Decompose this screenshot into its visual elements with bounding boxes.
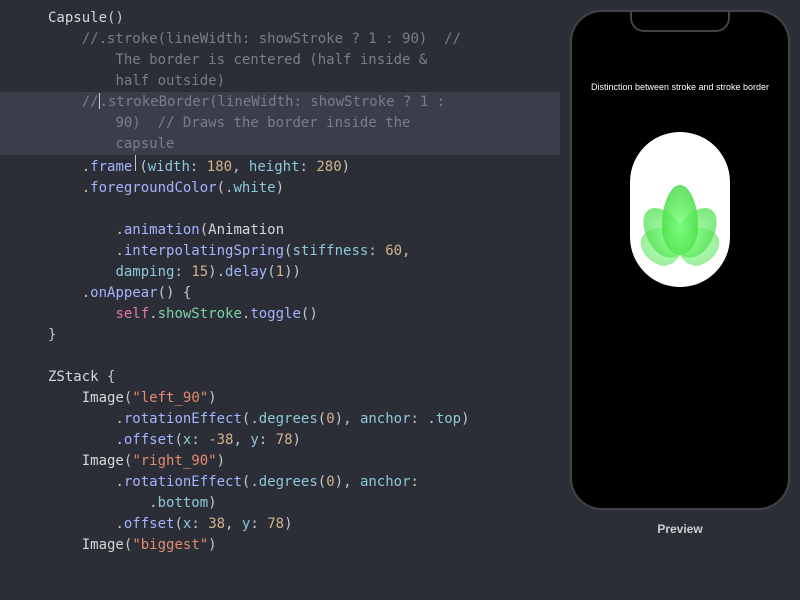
capsule-shape bbox=[630, 132, 730, 287]
preview-pane: Distinction between stroke and stroke bo… bbox=[560, 0, 800, 600]
code-line[interactable]: } bbox=[0, 325, 560, 346]
code-line[interactable]: .bottom) bbox=[0, 493, 560, 514]
code-line[interactable]: .offset(x: 38, y: 78) bbox=[0, 514, 560, 535]
code-line[interactable]: .rotationEffect(.degrees(0), anchor: bbox=[0, 472, 560, 493]
code-line[interactable]: capsule bbox=[0, 134, 560, 155]
code-line[interactable]: half outside) bbox=[0, 71, 560, 92]
phone-notch bbox=[630, 10, 730, 32]
code-line[interactable]: Image("left_90") bbox=[0, 388, 560, 409]
code-editor[interactable]: Capsule() //.stroke(lineWidth: showStrok… bbox=[0, 0, 560, 600]
code-line-active[interactable]: //.strokeBorder(lineWidth: showStroke ? … bbox=[0, 92, 560, 113]
code-line[interactable]: .interpolatingSpring(stiffness: 60, bbox=[0, 241, 560, 262]
leaf-icon bbox=[640, 165, 720, 255]
code-line[interactable]: .foregroundColor(.white) bbox=[0, 178, 560, 199]
code-line[interactable]: self.showStroke.toggle() bbox=[0, 304, 560, 325]
code-line[interactable]: Capsule() bbox=[0, 8, 560, 29]
code-line[interactable]: The border is centered (half inside & bbox=[0, 50, 560, 71]
code-line[interactable]: 90) // Draws the border inside the bbox=[0, 113, 560, 134]
code-line[interactable]: damping: 15).delay(1)) bbox=[0, 262, 560, 283]
code-line[interactable]: //.stroke(lineWidth: showStroke ? 1 : 90… bbox=[0, 29, 560, 50]
code-line[interactable]: Image("biggest") bbox=[0, 535, 560, 556]
code-line[interactable]: .offset(x: -38, y: 78) bbox=[0, 430, 560, 451]
code-line[interactable]: .rotationEffect(.degrees(0), anchor: .to… bbox=[0, 409, 560, 430]
code-line[interactable]: .onAppear() { bbox=[0, 283, 560, 304]
preview-label: Preview bbox=[657, 522, 702, 536]
ibeam-cursor bbox=[132, 155, 139, 171]
code-line[interactable] bbox=[0, 346, 560, 367]
type-name: Capsule bbox=[48, 10, 107, 26]
code-line[interactable]: .animation(Animation bbox=[0, 220, 560, 241]
code-line[interactable]: ZStack { bbox=[0, 367, 560, 388]
text-cursor bbox=[99, 93, 100, 109]
code-line[interactable]: Image("right_90") bbox=[0, 451, 560, 472]
preview-title: Distinction between stroke and stroke bo… bbox=[572, 82, 788, 92]
code-line[interactable] bbox=[0, 199, 560, 220]
code-line[interactable]: .frame(width: 180, height: 280) bbox=[0, 155, 560, 178]
phone-simulator[interactable]: Distinction between stroke and stroke bo… bbox=[570, 10, 790, 510]
